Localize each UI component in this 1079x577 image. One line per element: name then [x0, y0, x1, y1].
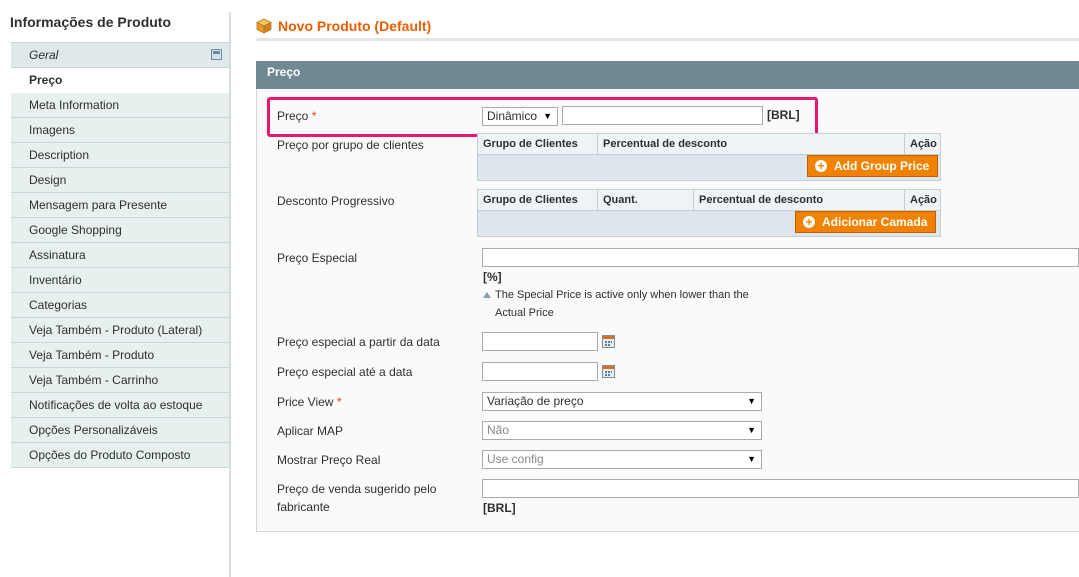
price-label: Preço *	[277, 109, 316, 123]
special-price-note-line1: The Special Price is active only when lo…	[495, 289, 749, 301]
tab-label: Meta Information	[29, 98, 120, 112]
price-type-select[interactable]: Dinâmico ▼	[482, 107, 558, 126]
price-input[interactable]	[562, 106, 763, 125]
tab-imagens[interactable]: Imagens	[11, 118, 230, 143]
tab-meta-information[interactable]: Meta Information	[11, 93, 230, 118]
column-header: Percentual de desconto	[598, 134, 905, 154]
product-tabs: Geral Preço Meta Information Imagens Des…	[11, 42, 230, 468]
msrp-display-label: Mostrar Preço Real	[277, 453, 381, 467]
tab-label: Inventário	[29, 273, 82, 287]
special-price-unit: [%]	[483, 270, 502, 284]
plus-icon: +	[815, 160, 827, 172]
tab-stock-alerts[interactable]: Notificações de volta ao estoque	[11, 393, 230, 418]
group-price-label: Preço por grupo de clientes	[277, 138, 424, 152]
price-view-select[interactable]: Variação de preço ▼	[482, 392, 762, 411]
price-currency: [BRL]	[767, 108, 800, 122]
fieldset-title: Preço	[267, 65, 301, 79]
special-from-label: Preço especial a partir da data	[277, 335, 440, 349]
tab-google-shopping[interactable]: Google Shopping	[11, 218, 230, 243]
tab-description[interactable]: Description	[11, 143, 230, 168]
calendar-icon[interactable]	[602, 335, 615, 348]
tab-label: Opções do Produto Composto	[29, 448, 191, 462]
add-group-price-button[interactable]: + Add Group Price	[807, 155, 939, 177]
note-arrow-icon	[483, 292, 491, 298]
button-label: Add Group Price	[834, 159, 930, 173]
tab-label: Geral	[29, 48, 59, 62]
tab-label: Categorias	[29, 298, 88, 312]
tab-label: Preço	[29, 73, 63, 87]
tab-label: Veja Também - Produto	[29, 348, 155, 362]
apply-map-select[interactable]: Não ▼	[482, 421, 762, 440]
tab-label: Opções Personalizáveis	[29, 423, 158, 437]
tab-assinatura[interactable]: Assinatura	[11, 243, 230, 268]
price-view-label-text: Price View	[277, 395, 334, 409]
special-to-label: Preço especial até a data	[277, 365, 413, 379]
tab-label: Description	[29, 148, 90, 162]
column-header: Ação	[910, 194, 937, 206]
price-view-value: Variação de preço	[487, 394, 584, 408]
required-mark: *	[311, 109, 317, 123]
column-divider	[229, 12, 231, 577]
tab-categorias[interactable]: Categorias	[11, 293, 230, 318]
fieldset-header: Preço	[256, 61, 1079, 89]
add-tier-button[interactable]: + Adicionar Camada	[795, 211, 937, 233]
tab-related-lateral[interactable]: Veja Também - Produto (Lateral)	[11, 318, 230, 343]
price-view-label: Price View *	[277, 395, 341, 409]
tab-label: Assinatura	[29, 248, 86, 262]
column-header: Grupo de Clientes	[478, 190, 598, 210]
dropdown-arrow-icon: ▼	[747, 396, 756, 406]
sidebar-title: Informações de Produto	[10, 14, 172, 30]
tab-related-carrinho[interactable]: Veja Também - Carrinho	[11, 368, 230, 393]
required-mark: *	[336, 395, 342, 409]
tab-custom-options[interactable]: Opções Personalizáveis	[11, 418, 230, 443]
tab-label: Veja Também - Produto (Lateral)	[29, 323, 203, 337]
msrp-display-value: Use config	[487, 452, 544, 466]
price-type-value: Dinâmico	[487, 109, 538, 123]
tier-price-label: Desconto Progressivo	[277, 194, 395, 208]
tab-inventario[interactable]: Inventário	[11, 268, 230, 293]
tab-bundle-options[interactable]: Opções do Produto Composto	[11, 443, 230, 468]
column-header: Ação	[910, 138, 937, 150]
column-header: Percentual de desconto	[694, 190, 905, 210]
special-price-input[interactable]	[482, 248, 1079, 267]
save-icon	[211, 49, 222, 60]
apply-map-value: Não	[487, 423, 510, 437]
page-title: Novo Produto (Default)	[278, 18, 432, 34]
dropdown-arrow-icon: ▼	[747, 454, 756, 464]
tab-label: Design	[29, 173, 67, 187]
msrp-input[interactable]	[482, 479, 1079, 498]
msrp-label-line1: Preço de venda sugerido pelo	[277, 482, 437, 496]
apply-map-label: Aplicar MAP	[277, 424, 344, 438]
tab-geral[interactable]: Geral	[11, 42, 230, 68]
tab-design[interactable]: Design	[11, 168, 230, 193]
tab-label: Veja Também - Carrinho	[29, 373, 159, 387]
dropdown-arrow-icon: ▼	[543, 111, 552, 121]
tab-label: Google Shopping	[29, 223, 122, 237]
tab-label: Mensagem para Presente	[29, 198, 168, 212]
column-header: Grupo de Clientes	[478, 134, 598, 154]
msrp-display-select[interactable]: Use config ▼	[482, 450, 762, 469]
tab-mensagem-presente[interactable]: Mensagem para Presente	[11, 193, 230, 218]
msrp-label-line2: fabricante	[277, 500, 330, 514]
calendar-icon[interactable]	[602, 365, 615, 378]
plus-icon: +	[803, 216, 815, 228]
special-price-label: Preço Especial	[277, 251, 358, 265]
special-price-note-line2: Actual Price	[495, 307, 554, 319]
special-to-date-input[interactable]	[482, 362, 598, 381]
price-label-text: Preço	[277, 109, 309, 123]
special-from-date-input[interactable]	[482, 332, 598, 351]
header-rule	[256, 38, 1079, 41]
tab-label: Notificações de volta ao estoque	[29, 398, 203, 412]
column-header: Quant.	[598, 190, 694, 210]
tab-preco[interactable]: Preço	[11, 68, 230, 93]
product-cube-icon	[256, 18, 272, 34]
tab-related-produto[interactable]: Veja Também - Produto	[11, 343, 230, 368]
dropdown-arrow-icon: ▼	[747, 425, 756, 435]
msrp-currency: [BRL]	[483, 501, 516, 515]
tab-label: Imagens	[29, 123, 76, 137]
button-label: Adicionar Camada	[822, 215, 928, 229]
